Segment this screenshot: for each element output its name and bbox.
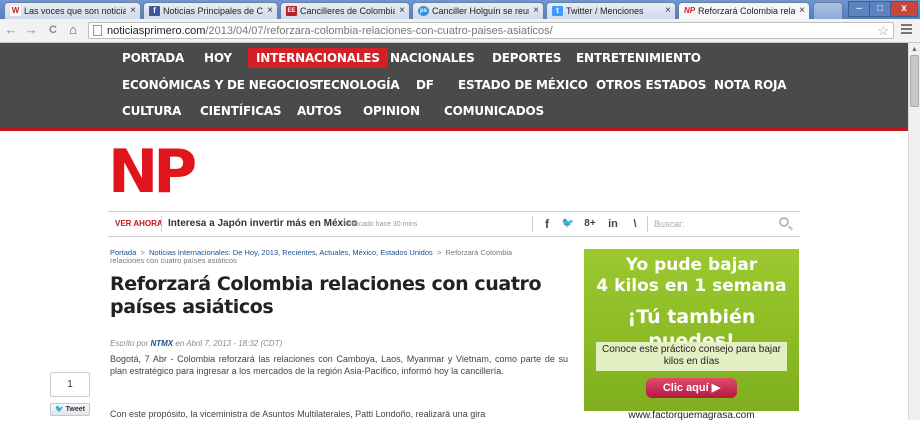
article-byline: Escrito por NTMX en Abril 7, 2013 - 18:3…: [110, 339, 282, 348]
linkedin-icon[interactable]: in: [604, 216, 622, 232]
scroll-up-arrow-icon[interactable]: ▲: [911, 46, 918, 53]
site-logo[interactable]: NP: [108, 142, 197, 202]
author-link[interactable]: NTMX: [150, 339, 173, 348]
divider: [161, 216, 162, 232]
ticker-published-time: Publicado hace 30 mins: [343, 221, 418, 228]
site-favicon-icon: ps: [418, 6, 429, 16]
ad-headline-line-2: 4 kilos en 1 semana: [596, 276, 787, 296]
ad-click-button[interactable]: Clic aquí ▶: [646, 378, 737, 398]
site-favicon-icon: EE: [286, 6, 297, 16]
byline-date: en Abril 7, 2013 - 18:32 (CDT): [175, 339, 283, 348]
nav-item-portada[interactable]: PORTADA: [122, 48, 184, 68]
browser-tab-active[interactable]: NP Reforzará Colombia relacion... ×: [678, 2, 810, 19]
tab-title: Noticias Principales de Colo...: [163, 6, 263, 16]
nav-item-cultura[interactable]: CULTURA: [122, 101, 181, 121]
tab-title: Canciller Holguín se reune c...: [432, 6, 529, 16]
close-window-button[interactable]: x: [890, 1, 918, 17]
nav-accent-line: [0, 127, 908, 131]
tab-close-icon[interactable]: ×: [665, 5, 671, 16]
nav-item-cientificas[interactable]: CIENTÍFICAS: [200, 101, 282, 121]
page-icon: [93, 25, 102, 36]
google-plus-icon[interactable]: 8+: [581, 216, 599, 232]
nav-item-nacionales[interactable]: NACIONALES: [390, 48, 475, 68]
maximize-button[interactable]: □: [869, 1, 891, 17]
article-paragraph: Bogotá, 7 Abr - Colombia reforzará las r…: [110, 354, 568, 376]
site-navigation: PORTADA HOY INTERNACIONALES NACIONALES D…: [0, 43, 908, 131]
nav-item-comunicados[interactable]: COMUNICADOS: [444, 101, 544, 121]
breadcrumb-separator: >: [436, 248, 442, 257]
article-paragraph: Con este propósito, la viceministra de A…: [110, 409, 486, 419]
browser-toolbar: ← → C ⌂ noticiasprimero.com/2013/04/07/r…: [0, 19, 920, 43]
article-title: Reforzará Colombia relaciones con cuatro…: [110, 273, 542, 318]
nav-item-estado-de-mexico[interactable]: ESTADO DE MÉXICO: [458, 75, 588, 95]
ad-subtext: Conoce este práctico consejo para bajar …: [596, 342, 787, 371]
search-input[interactable]: Buscar:: [654, 218, 685, 230]
share-count-box: 1: [50, 372, 90, 397]
forward-arrow-icon[interactable]: →: [24, 23, 38, 37]
news-ticker-bar: VER AHORA Interesa a Japón invertir más …: [108, 211, 800, 237]
wordpress-icon: W: [10, 6, 21, 16]
advertisement-banner[interactable]: Yo pude bajar 4 kilos en 1 semana ¡Tú ta…: [584, 249, 799, 411]
nav-item-opinion[interactable]: OPINION: [363, 101, 420, 121]
rss-icon[interactable]: \: [626, 216, 644, 232]
tab-close-icon[interactable]: ×: [267, 5, 273, 16]
facebook-icon[interactable]: f: [538, 216, 556, 232]
tab-title: Cancilleres de Colombia y Su...: [300, 6, 395, 16]
tab-close-icon[interactable]: ×: [799, 5, 805, 16]
back-arrow-icon[interactable]: ←: [4, 23, 18, 37]
divider: [647, 216, 648, 232]
tab-close-icon[interactable]: ×: [130, 5, 136, 16]
tab-title: Reforzará Colombia relacion...: [698, 6, 795, 16]
browser-tab[interactable]: ps Canciller Holguín se reune c... ×: [412, 2, 544, 19]
browser-tab[interactable]: t Twitter / Menciones ×: [546, 2, 676, 19]
tab-title: Twitter / Menciones: [566, 6, 644, 16]
tab-close-icon[interactable]: ×: [399, 5, 405, 16]
tweet-label: Tweet: [65, 406, 85, 413]
ticker-headline[interactable]: Interesa a Japón invertir más en México: [168, 218, 358, 230]
nav-item-autos[interactable]: AUTOS: [297, 101, 342, 121]
nav-item-nota-roja[interactable]: NOTA ROJA: [714, 75, 787, 95]
bookmark-star-icon[interactable]: ☆: [877, 23, 889, 38]
url-text: noticiasprimero.com/2013/04/07/reforzara…: [107, 25, 553, 37]
twitter-bird-icon: 🐦: [55, 406, 64, 413]
browser-tab[interactable]: W Las voces que son noticia en... ×: [4, 2, 141, 19]
divider: [532, 216, 533, 232]
scrollbar-thumb[interactable]: [910, 55, 919, 107]
twitter-icon[interactable]: 🐦: [559, 216, 577, 232]
page-scrollbar[interactable]: ▲: [908, 43, 920, 420]
breadcrumb: Portada > Noticias Internacionales: De H…: [110, 249, 530, 265]
ticker-label: VER AHORA: [115, 219, 163, 228]
nav-item-entretenimiento[interactable]: ENTRETENIMIENTO: [576, 48, 701, 68]
byline-prefix: Escrito por: [110, 339, 149, 348]
tab-title: Las voces que son noticia en...: [24, 6, 126, 16]
nav-item-hoy[interactable]: HOY: [204, 48, 232, 68]
browser-menu-icon[interactable]: [901, 24, 912, 36]
nav-item-deportes[interactable]: DEPORTES: [492, 48, 561, 68]
new-tab-button[interactable]: [813, 2, 843, 19]
browser-tab[interactable]: EE Cancilleres de Colombia y Su... ×: [280, 2, 410, 19]
minimize-button[interactable]: –: [848, 1, 870, 17]
address-bar[interactable]: noticiasprimero.com/2013/04/07/reforzara…: [88, 22, 894, 39]
browser-tab[interactable]: f Noticias Principales de Colo... ×: [143, 2, 278, 19]
nav-item-df[interactable]: DF: [416, 75, 434, 95]
twitter-bird-icon: t: [552, 6, 563, 16]
facebook-icon: f: [149, 6, 160, 16]
tweet-button[interactable]: 🐦 Tweet: [50, 403, 90, 416]
search-icon[interactable]: [779, 217, 789, 227]
nav-item-economicas[interactable]: ECONÓMICAS Y DE NEGOCIOS: [122, 75, 318, 95]
nav-item-tecnologia[interactable]: TECNOLOGÍA: [315, 75, 400, 95]
reload-icon[interactable]: C: [46, 23, 60, 37]
home-icon[interactable]: ⌂: [66, 23, 80, 37]
ad-headline-line-1: Yo pude bajar: [625, 255, 758, 275]
nav-item-internacionales[interactable]: INTERNACIONALES: [248, 48, 388, 68]
browser-tab-strip: W Las voces que son noticia en... × f No…: [0, 0, 920, 19]
np-favicon-icon: NP: [684, 6, 696, 15]
nav-item-otros-estados[interactable]: OTROS ESTADOS: [596, 75, 706, 95]
tab-close-icon[interactable]: ×: [533, 5, 539, 16]
